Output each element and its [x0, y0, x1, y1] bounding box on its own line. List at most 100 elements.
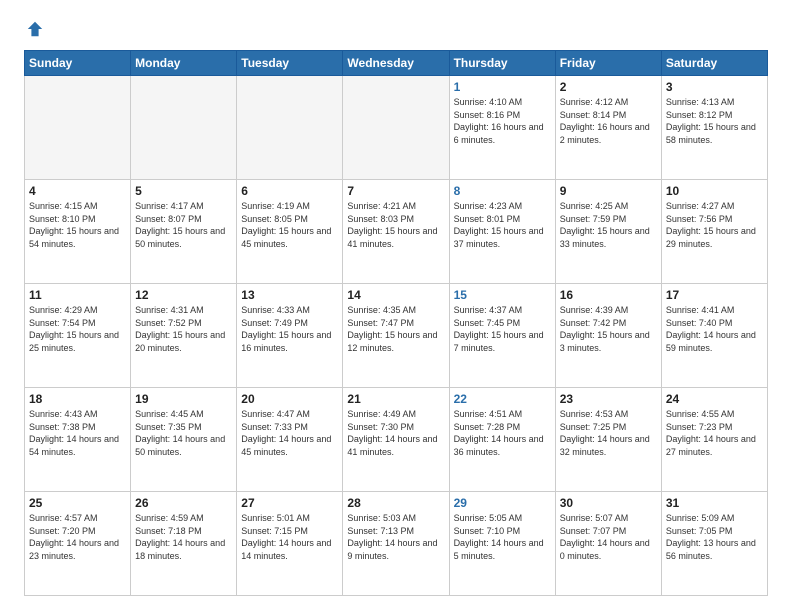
calendar-cell: 24 Sunrise: 4:55 AMSunset: 7:23 PMDayligh…: [661, 388, 767, 492]
calendar-cell: [343, 76, 449, 180]
day-number: 1: [454, 80, 551, 94]
day-info: Sunrise: 5:07 AMSunset: 7:07 PMDaylight:…: [560, 512, 657, 562]
day-number: 16: [560, 288, 657, 302]
day-number: 14: [347, 288, 444, 302]
calendar-week-row: 11 Sunrise: 4:29 AMSunset: 7:54 PMDayligh…: [25, 284, 768, 388]
weekday-header-row: SundayMondayTuesdayWednesdayThursdayFrid…: [25, 51, 768, 76]
day-number: 3: [666, 80, 763, 94]
calendar-table: SundayMondayTuesdayWednesdayThursdayFrid…: [24, 50, 768, 596]
calendar-cell: 7 Sunrise: 4:21 AMSunset: 8:03 PMDaylight…: [343, 180, 449, 284]
day-info: Sunrise: 4:37 AMSunset: 7:45 PMDaylight:…: [454, 304, 551, 354]
day-info: Sunrise: 4:29 AMSunset: 7:54 PMDaylight:…: [29, 304, 126, 354]
calendar-cell: 16 Sunrise: 4:39 AMSunset: 7:42 PMDayligh…: [555, 284, 661, 388]
day-info: Sunrise: 4:25 AMSunset: 7:59 PMDaylight:…: [560, 200, 657, 250]
day-number: 18: [29, 392, 126, 406]
day-number: 5: [135, 184, 232, 198]
day-number: 24: [666, 392, 763, 406]
weekday-header-saturday: Saturday: [661, 51, 767, 76]
day-info: Sunrise: 4:49 AMSunset: 7:30 PMDaylight:…: [347, 408, 444, 458]
day-number: 21: [347, 392, 444, 406]
calendar-cell: 17Sunrise: 4:41 AMSunset: 7:40 PMDayligh…: [661, 284, 767, 388]
day-number: 4: [29, 184, 126, 198]
day-info: Sunrise: 4:55 AMSunset: 7:23 PMDaylight:…: [666, 408, 763, 458]
day-number: 8: [454, 184, 551, 198]
day-info: Sunrise: 4:35 AMSunset: 7:47 PMDaylight:…: [347, 304, 444, 354]
day-info: Sunrise: 5:09 AMSunset: 7:05 PMDaylight:…: [666, 512, 763, 562]
day-number: 19: [135, 392, 232, 406]
calendar-cell: 5 Sunrise: 4:17 AMSunset: 8:07 PMDaylight…: [131, 180, 237, 284]
calendar-cell: 30 Sunrise: 5:07 AMSunset: 7:07 PMDayligh…: [555, 492, 661, 596]
day-info: Sunrise: 5:03 AMSunset: 7:13 PMDaylight:…: [347, 512, 444, 562]
day-info: Sunrise: 4:15 AMSunset: 8:10 PMDaylight:…: [29, 200, 126, 250]
day-number: 13: [241, 288, 338, 302]
day-info: Sunrise: 4:43 AMSunset: 7:38 PMDaylight:…: [29, 408, 126, 458]
calendar-cell: 28 Sunrise: 5:03 AMSunset: 7:13 PMDayligh…: [343, 492, 449, 596]
calendar-cell: 11 Sunrise: 4:29 AMSunset: 7:54 PMDayligh…: [25, 284, 131, 388]
calendar-week-row: 1 Sunrise: 4:10 AMSunset: 8:16 PMDaylight…: [25, 76, 768, 180]
header: [24, 20, 768, 38]
calendar-week-row: 25 Sunrise: 4:57 AMSunset: 7:20 PMDayligh…: [25, 492, 768, 596]
day-info: Sunrise: 4:17 AMSunset: 8:07 PMDaylight:…: [135, 200, 232, 250]
calendar-cell: 4 Sunrise: 4:15 AMSunset: 8:10 PMDaylight…: [25, 180, 131, 284]
day-number: 28: [347, 496, 444, 510]
day-info: Sunrise: 5:05 AMSunset: 7:10 PMDaylight:…: [454, 512, 551, 562]
day-info: Sunrise: 5:01 AMSunset: 7:15 PMDaylight:…: [241, 512, 338, 562]
day-number: 12: [135, 288, 232, 302]
day-number: 11: [29, 288, 126, 302]
calendar-cell: 6 Sunrise: 4:19 AMSunset: 8:05 PMDaylight…: [237, 180, 343, 284]
day-info: Sunrise: 4:23 AMSunset: 8:01 PMDaylight:…: [454, 200, 551, 250]
calendar-cell: 12Sunrise: 4:31 AMSunset: 7:52 PMDayligh…: [131, 284, 237, 388]
calendar-cell: 13 Sunrise: 4:33 AMSunset: 7:49 PMDayligh…: [237, 284, 343, 388]
day-number: 6: [241, 184, 338, 198]
calendar-cell: [25, 76, 131, 180]
calendar-cell: 1 Sunrise: 4:10 AMSunset: 8:16 PMDaylight…: [449, 76, 555, 180]
day-number: 15: [454, 288, 551, 302]
weekday-header-monday: Monday: [131, 51, 237, 76]
calendar-cell: 23 Sunrise: 4:53 AMSunset: 7:25 PMDayligh…: [555, 388, 661, 492]
calendar-cell: 2Sunrise: 4:12 AMSunset: 8:14 PMDaylight…: [555, 76, 661, 180]
day-info: Sunrise: 4:19 AMSunset: 8:05 PMDaylight:…: [241, 200, 338, 250]
calendar-cell: 9Sunrise: 4:25 AMSunset: 7:59 PMDaylight…: [555, 180, 661, 284]
day-number: 23: [560, 392, 657, 406]
day-number: 26: [135, 496, 232, 510]
calendar-cell: 26 Sunrise: 4:59 AMSunset: 7:18 PMDayligh…: [131, 492, 237, 596]
day-number: 29: [454, 496, 551, 510]
calendar-cell: 29 Sunrise: 5:05 AMSunset: 7:10 PMDayligh…: [449, 492, 555, 596]
weekday-header-sunday: Sunday: [25, 51, 131, 76]
day-number: 30: [560, 496, 657, 510]
day-info: Sunrise: 4:39 AMSunset: 7:42 PMDaylight:…: [560, 304, 657, 354]
day-info: Sunrise: 4:51 AMSunset: 7:28 PMDaylight:…: [454, 408, 551, 458]
weekday-header-tuesday: Tuesday: [237, 51, 343, 76]
weekday-header-thursday: Thursday: [449, 51, 555, 76]
day-info: Sunrise: 4:45 AMSunset: 7:35 PMDaylight:…: [135, 408, 232, 458]
day-info: Sunrise: 4:13 AMSunset: 8:12 PMDaylight:…: [666, 96, 763, 146]
day-info: Sunrise: 4:59 AMSunset: 7:18 PMDaylight:…: [135, 512, 232, 562]
calendar-cell: 19 Sunrise: 4:45 AMSunset: 7:35 PMDayligh…: [131, 388, 237, 492]
day-info: Sunrise: 4:47 AMSunset: 7:33 PMDaylight:…: [241, 408, 338, 458]
day-info: Sunrise: 4:33 AMSunset: 7:49 PMDaylight:…: [241, 304, 338, 354]
day-info: Sunrise: 4:57 AMSunset: 7:20 PMDaylight:…: [29, 512, 126, 562]
calendar-cell: 10 Sunrise: 4:27 AMSunset: 7:56 PMDayligh…: [661, 180, 767, 284]
day-number: 17: [666, 288, 763, 302]
calendar-cell: [237, 76, 343, 180]
calendar-cell: 25 Sunrise: 4:57 AMSunset: 7:20 PMDayligh…: [25, 492, 131, 596]
calendar-cell: 27Sunrise: 5:01 AMSunset: 7:15 PMDayligh…: [237, 492, 343, 596]
day-number: 22: [454, 392, 551, 406]
day-info: Sunrise: 4:27 AMSunset: 7:56 PMDaylight:…: [666, 200, 763, 250]
calendar-cell: 20Sunrise: 4:47 AMSunset: 7:33 PMDayligh…: [237, 388, 343, 492]
calendar-week-row: 4 Sunrise: 4:15 AMSunset: 8:10 PMDaylight…: [25, 180, 768, 284]
weekday-header-friday: Friday: [555, 51, 661, 76]
day-info: Sunrise: 4:21 AMSunset: 8:03 PMDaylight:…: [347, 200, 444, 250]
calendar-page: SundayMondayTuesdayWednesdayThursdayFrid…: [0, 0, 792, 612]
calendar-cell: 15 Sunrise: 4:37 AMSunset: 7:45 PMDayligh…: [449, 284, 555, 388]
day-number: 7: [347, 184, 444, 198]
logo-icon: [26, 20, 44, 38]
day-number: 25: [29, 496, 126, 510]
day-number: 2: [560, 80, 657, 94]
day-info: Sunrise: 4:10 AMSunset: 8:16 PMDaylight:…: [454, 96, 551, 146]
day-number: 10: [666, 184, 763, 198]
weekday-header-wednesday: Wednesday: [343, 51, 449, 76]
day-info: Sunrise: 4:53 AMSunset: 7:25 PMDaylight:…: [560, 408, 657, 458]
calendar-cell: 31Sunrise: 5:09 AMSunset: 7:05 PMDayligh…: [661, 492, 767, 596]
calendar-cell: [131, 76, 237, 180]
